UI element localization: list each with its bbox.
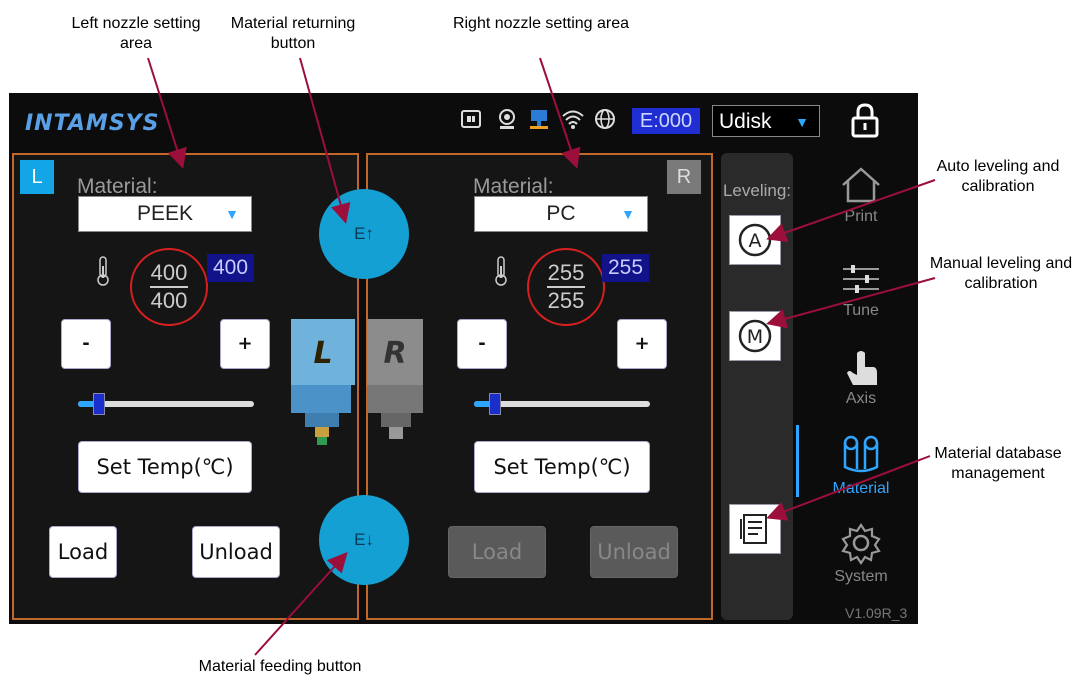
thermometer-icon [97, 256, 109, 286]
left-set-temp-button[interactable]: Set Temp(℃) [78, 441, 252, 493]
firmware-version: V1.09R_3 [845, 605, 908, 621]
thermometer-icon [495, 256, 507, 286]
right-temp-increase-button[interactable]: + [617, 319, 667, 369]
left-temp-slider[interactable] [78, 393, 254, 415]
right-temp-slider[interactable] [474, 393, 650, 415]
left-nozzle-letter: L [313, 336, 332, 371]
right-unload-button[interactable]: Unload [590, 526, 678, 578]
right-material-select[interactable]: PC ▼ [474, 196, 648, 232]
annotation-manual-leveling: Manual leveling and calibration [929, 255, 1073, 292]
right-set-temp-value: 255 [602, 254, 650, 282]
nav-material[interactable]: Material [811, 433, 911, 498]
left-material-value: PEEK [136, 202, 194, 225]
material-feed-button[interactable]: E↓ [319, 495, 409, 585]
left-slider-thumb[interactable] [93, 393, 106, 415]
left-temp-increase-button[interactable]: + [220, 319, 270, 369]
right-nozzle-letter: R [383, 336, 406, 371]
manual-leveling-button[interactable]: M [729, 311, 781, 361]
gear-icon [841, 523, 881, 565]
right-load-button[interactable]: Load [448, 526, 546, 578]
leveling-column: Leveling: A M [721, 153, 793, 620]
lock-icon[interactable] [848, 102, 882, 138]
annotation-auto-leveling: Auto leveling and calibration [936, 158, 1060, 195]
usb-drive-icon [461, 110, 481, 128]
auto-leveling-icon: A [738, 223, 772, 257]
tune-icon [843, 265, 879, 293]
nav-material-label: Material [832, 480, 890, 497]
manual-leveling-icon: M [738, 319, 772, 353]
chevron-down-icon: ▼ [621, 206, 635, 222]
storage-select-value: Udisk [719, 110, 772, 133]
left-set-temp-value: 400 [207, 254, 255, 282]
auto-leveling-letter: A [749, 230, 762, 252]
right-set-temp-button[interactable]: Set Temp(℃) [474, 441, 650, 493]
left-temp-decrease-button[interactable]: - [61, 319, 111, 369]
left-unload-button[interactable]: Unload [192, 526, 280, 578]
brand-logo: INTAMSYS [25, 111, 160, 136]
nav-tune[interactable]: Tune [811, 259, 911, 320]
nozzle-illustration: L R [291, 319, 423, 445]
auto-leveling-button[interactable]: A [729, 215, 781, 265]
annotation-material-db: Material database management [934, 445, 1062, 482]
annotation-right-nozzle: Right nozzle setting area [452, 15, 630, 32]
left-material-select[interactable]: PEEK ▼ [78, 196, 252, 232]
material-database-button[interactable] [729, 504, 781, 554]
nav-system[interactable]: System [811, 521, 911, 586]
right-material-value: PC [546, 202, 576, 225]
touch-hand-icon [847, 351, 877, 385]
nav-print-label: Print [844, 208, 878, 225]
right-nozzle-tag: R [667, 160, 701, 194]
printer-screen: INTAMSYS E:000 Udisk ▼ L Material: PEEK [9, 93, 918, 624]
nav-print[interactable]: Print [811, 165, 911, 226]
right-slider-thumb[interactable] [489, 393, 502, 415]
right-target-temp: 255 [547, 288, 585, 313]
left-current-temp: 400 [150, 260, 188, 285]
extrusion-counter: E:000 [632, 108, 700, 134]
storage-select[interactable]: Udisk ▼ [712, 105, 820, 137]
nav-axis[interactable]: Axis [811, 347, 911, 408]
right-temp-display: 255 255 [527, 248, 605, 326]
nav-axis-label: Axis [845, 390, 877, 407]
nav-tune-label: Tune [843, 302, 879, 319]
annotation-material-returning: Material returning button [230, 15, 356, 52]
material-return-button[interactable]: E↑ [319, 189, 409, 279]
left-nozzle-tag: L [20, 160, 54, 194]
globe-icon [595, 109, 615, 129]
right-temp-decrease-button[interactable]: - [457, 319, 507, 369]
wifi-icon [562, 110, 584, 129]
leveling-title: Leveling: [722, 181, 792, 200]
manual-leveling-letter: M [747, 326, 763, 348]
left-target-temp: 400 [150, 288, 188, 313]
chevron-down-icon: ▼ [795, 114, 809, 130]
annotation-left-nozzle: Left nozzle setting area [71, 15, 201, 52]
left-load-button[interactable]: Load [49, 526, 117, 578]
nav-active-indicator [796, 425, 799, 497]
right-current-temp: 255 [547, 260, 585, 285]
camera-icon [499, 109, 515, 129]
material-spool-icon [843, 435, 879, 473]
chevron-down-icon: ▼ [225, 206, 239, 222]
network-icon [530, 110, 548, 129]
home-icon [842, 167, 880, 203]
nav-system-label: System [834, 568, 888, 585]
annotation-material-feeding: Material feeding button [198, 658, 362, 675]
left-temp-display: 400 400 [130, 248, 208, 326]
material-database-icon [740, 514, 767, 544]
